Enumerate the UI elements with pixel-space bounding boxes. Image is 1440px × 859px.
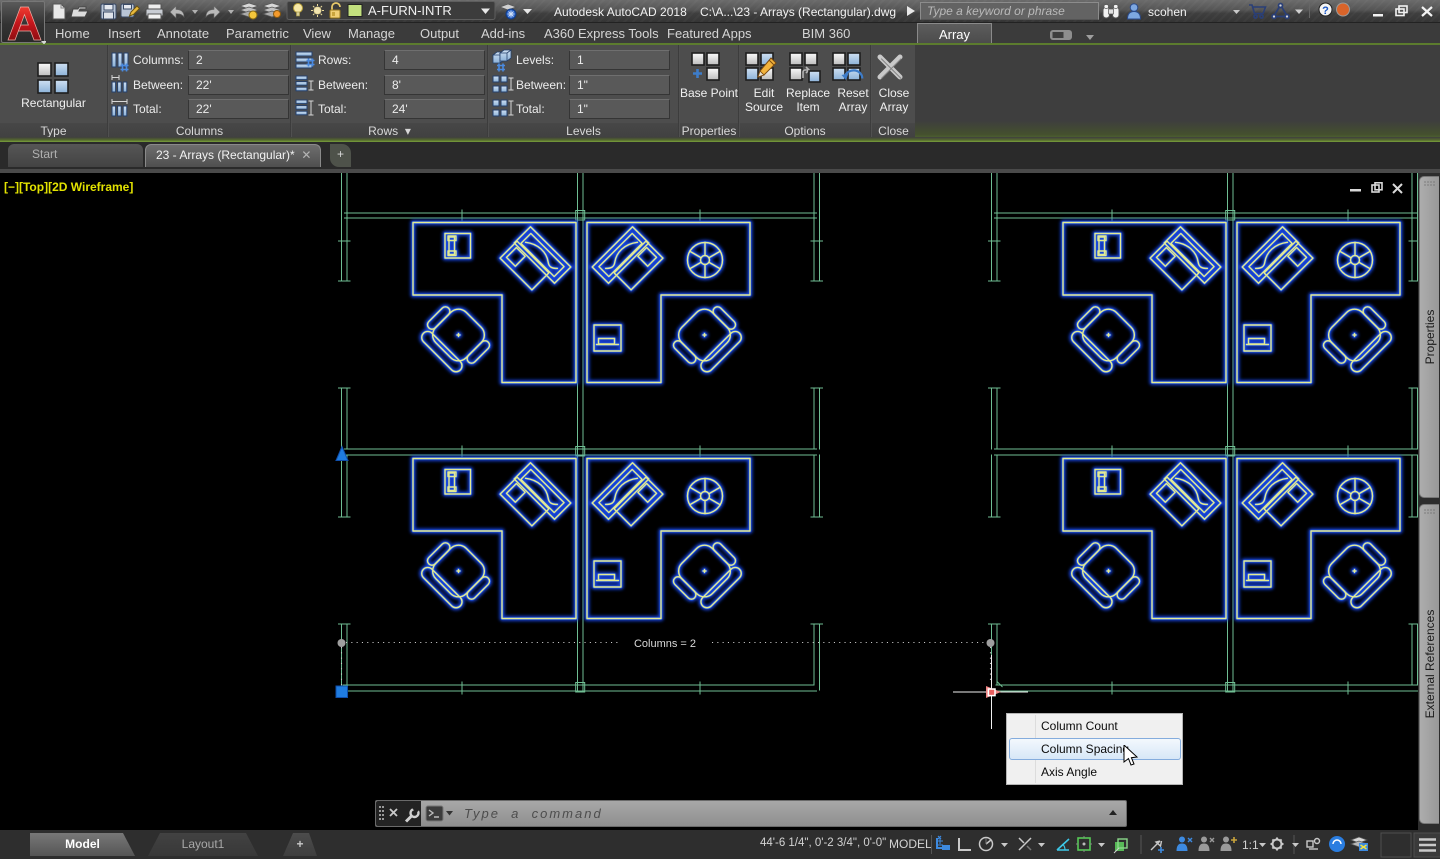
svg-text:A-FURN-INTR: A-FURN-INTR xyxy=(368,3,452,18)
svg-text:Columns = 2: Columns = 2 xyxy=(634,638,696,650)
svg-text:1:1: 1:1 xyxy=(1242,838,1259,852)
svg-text:?: ? xyxy=(1322,5,1329,17)
